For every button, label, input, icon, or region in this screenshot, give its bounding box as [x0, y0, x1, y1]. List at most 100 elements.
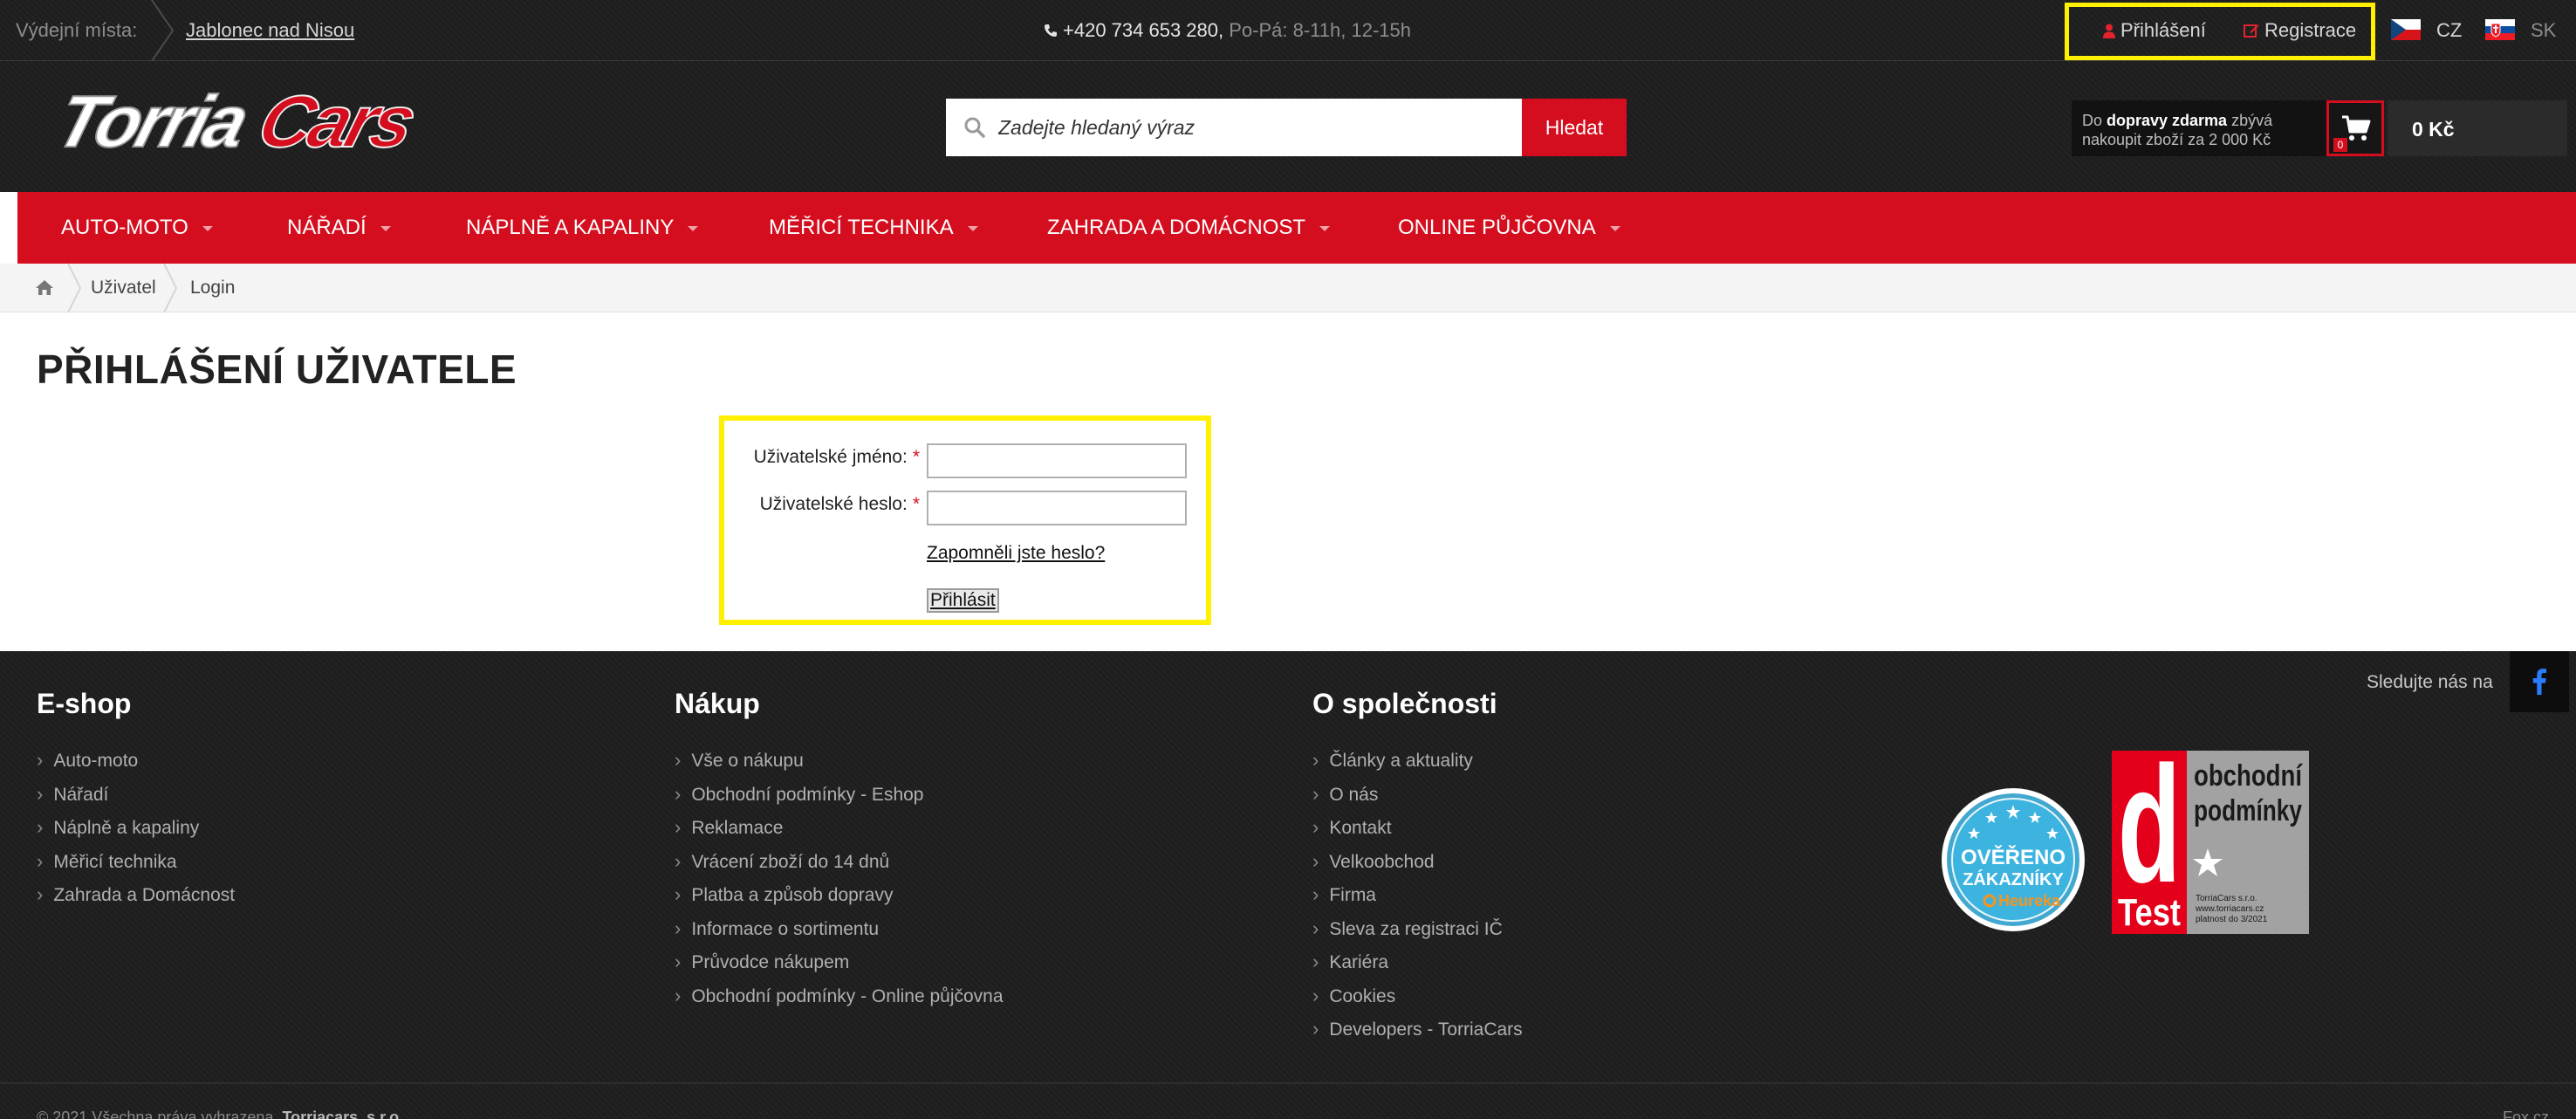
required-mark: * — [912, 447, 920, 467]
footer-title-eshop: E-shop — [37, 688, 132, 719]
dtest-line2: podmínky — [2194, 794, 2302, 827]
caret-down-icon — [688, 225, 699, 231]
svg-text:Cars: Cars — [250, 84, 423, 163]
footer-title-nakup: Nákup — [675, 688, 760, 719]
svg-text:Torria: Torria — [47, 84, 257, 163]
chevron-separator — [151, 0, 175, 61]
user-icon — [2103, 24, 2115, 38]
cart-count-badge: 0 — [2333, 138, 2347, 152]
nav-label: NÁŘADÍ — [287, 216, 367, 239]
dtest-small3: platnost do 3/2021 — [2196, 915, 2268, 924]
opening-hours: Po-Pá: 8-11h, 12-15h — [1229, 19, 1411, 41]
nav-item-merici-technika[interactable]: MĚŘICÍ TECHNIKA — [769, 216, 978, 240]
caret-down-icon — [1319, 225, 1331, 231]
footer-link[interactable]: Firma — [1312, 883, 1523, 917]
nav-item-auto-moto[interactable]: AUTO-MOTO — [61, 216, 213, 240]
footer-link[interactable]: Kontakt — [1312, 816, 1523, 850]
username-input[interactable] — [927, 443, 1187, 478]
footer-link[interactable]: Kariéra — [1312, 951, 1523, 985]
edit-icon — [2244, 24, 2259, 38]
register-label: Registrace — [2264, 19, 2357, 41]
forgot-password-link[interactable]: Zapomněli jste heslo? — [927, 543, 1105, 564]
shipping-post: zbývá — [2227, 112, 2273, 129]
caret-down-icon — [202, 225, 213, 231]
home-icon[interactable] — [35, 278, 54, 296]
free-shipping-info: Do dopravy zdarma zbývá nakoupit zboží z… — [2072, 100, 2326, 156]
required-mark: * — [912, 494, 920, 514]
footer-divider — [0, 1082, 2576, 1084]
cart-total[interactable]: 0 Kč — [2388, 100, 2567, 156]
phone-icon — [1045, 24, 1057, 37]
footer-link[interactable]: Obchodní podmínky - Eshop — [675, 783, 1004, 817]
footer-link[interactable]: O nás — [1312, 783, 1523, 817]
page-title: PŘIHLÁŠENÍ UŽIVATELE — [37, 347, 517, 392]
heureka-line1: OVĚŘENO — [1961, 845, 2066, 869]
czech-flag-icon[interactable] — [2391, 19, 2421, 40]
copyright-company: Torriacars, s.r.o. — [282, 1109, 404, 1119]
top-bar: Výdejní místa: Jablonec nad Nisou +420 7… — [0, 0, 2576, 61]
breadcrumb-item-login: Login — [190, 278, 236, 298]
cart-button[interactable]: 0 — [2326, 100, 2384, 156]
site-header: Torria Cars Hledat Do dopravy zdarma zbý… — [0, 61, 2576, 192]
password-label: Uživatelské heslo: * — [736, 494, 920, 515]
nav-item-naradi[interactable]: NÁŘADÍ — [287, 216, 391, 240]
search-form: Hledat — [946, 99, 1627, 156]
breadcrumb-separator — [67, 264, 82, 312]
nav-item-online-pujcovna[interactable]: ONLINE PŮJČOVNA — [1398, 216, 1620, 240]
footer-link[interactable]: Zahrada a Domácnost — [37, 883, 235, 917]
search-icon — [964, 117, 985, 138]
footer-link[interactable]: Auto-moto — [37, 749, 235, 783]
footer-list-company: Články a aktuality O nás Kontakt Velkoob… — [1312, 749, 1523, 1052]
nav-item-naplne[interactable]: NÁPLNĚ A KAPALINY — [466, 216, 699, 240]
footer-link[interactable]: Velkoobchod — [1312, 850, 1523, 884]
footer-link[interactable]: Průvodce nákupem — [675, 951, 1004, 985]
lang-cz[interactable]: CZ — [2436, 19, 2462, 42]
login-submit-button[interactable]: Přihlásit — [927, 588, 999, 613]
phone-number: +420 734 653 280, — [1063, 19, 1224, 41]
password-label-text: Uživatelské heslo: — [759, 494, 908, 514]
dtest-conditions-badge[interactable]: d Test obchodní podmínky TorriaCars s.r.… — [2112, 751, 2309, 934]
heureka-verified-badge[interactable]: OVĚŘENO ZÁKAZNÍKY Heureka — [1941, 787, 2086, 932]
username-label: Uživatelské jméno: * — [736, 447, 920, 468]
login-link[interactable]: Přihlášení — [2103, 19, 2206, 42]
footer-credit[interactable]: Fox.cz — [2503, 1109, 2549, 1119]
nav-label: ONLINE PŮJČOVNA — [1398, 216, 1596, 239]
footer-link[interactable]: Měřicí technika — [37, 850, 235, 884]
search-button[interactable]: Hledat — [1522, 99, 1627, 156]
register-link[interactable]: Registrace — [2244, 19, 2356, 42]
torriacars-logo[interactable]: Torria Cars — [26, 84, 489, 164]
caret-down-icon — [967, 225, 978, 231]
footer-link[interactable]: Platba a způsob dopravy — [675, 883, 1004, 917]
dtest-word: Test — [2118, 891, 2181, 934]
caret-down-icon — [380, 225, 391, 231]
footer-link[interactable]: Obchodní podmínky - Online půjčovna — [675, 985, 1003, 1019]
search-input[interactable] — [946, 99, 1522, 156]
footer-list-eshop: Auto-moto Nářadí Náplně a kapaliny Měřic… — [37, 749, 235, 917]
facebook-icon — [2532, 669, 2546, 695]
footer-link[interactable]: Reklamace — [675, 816, 1004, 850]
footer-link[interactable]: Články a aktuality — [1312, 749, 1523, 783]
footer-link[interactable]: Informace o sortimentu — [675, 917, 1004, 951]
facebook-button[interactable] — [2510, 651, 2569, 712]
footer-link[interactable]: Cookies — [1312, 985, 1523, 1019]
breadcrumb-item-user[interactable]: Uživatel — [91, 278, 156, 299]
password-input[interactable] — [927, 491, 1187, 525]
breadcrumb: Uživatel Login — [0, 264, 2576, 312]
footer-link[interactable]: Nářadí — [37, 783, 235, 817]
nav-item-zahrada[interactable]: ZAHRADA A DOMÁCNOST — [1047, 216, 1331, 240]
pickup-label: Výdejní místa: — [16, 19, 138, 41]
footer-link[interactable]: Sleva za registraci IČ — [1312, 917, 1523, 951]
login-form: Uživatelské jméno: * Uživatelské heslo: * … — [719, 415, 1211, 625]
shipping-bold: dopravy zdarma — [2107, 112, 2228, 129]
footer-link[interactable]: Vše o nákupu — [675, 749, 1004, 783]
footer-link[interactable]: Vrácení zboží do 14 dnů — [675, 850, 1004, 884]
footer-link[interactable]: Náplně a kapaliny — [37, 816, 235, 850]
pickup-location-link[interactable]: Jablonec nad Nisou — [186, 19, 354, 42]
lang-sk[interactable]: SK — [2531, 19, 2556, 42]
site-footer: E-shop Auto-moto Nářadí Náplně a kapalin… — [0, 651, 2576, 1119]
footer-link[interactable]: Developers - TorriaCars — [1312, 1018, 1522, 1052]
heureka-brand: Heureka — [1998, 892, 2061, 910]
footer-list-nakup: Vše o nákupu Obchodní podmínky - Eshop R… — [675, 749, 1004, 1019]
slovak-flag-icon[interactable] — [2485, 19, 2515, 40]
dtest-small1: TorriaCars s.r.o. — [2196, 894, 2257, 903]
